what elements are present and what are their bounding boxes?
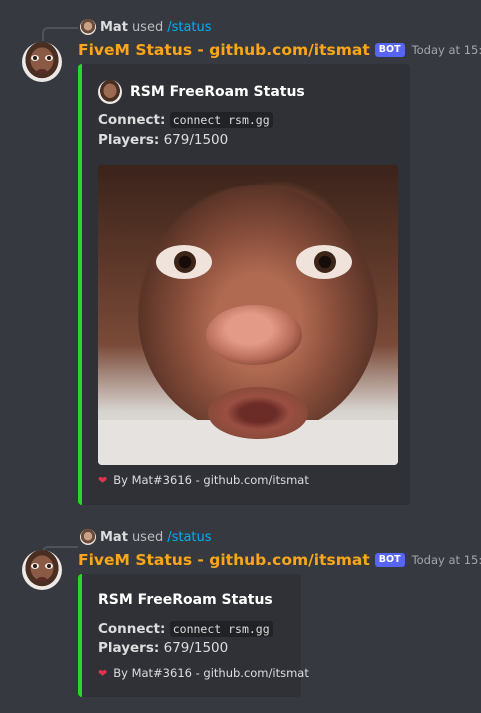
timestamp[interactable]: Today at 15:13: [412, 553, 481, 567]
reply-spine: [42, 27, 78, 41]
reply-context[interactable]: Mat used /status: [80, 18, 212, 36]
avatar[interactable]: [22, 42, 62, 82]
players-value: 679/1500: [163, 640, 229, 656]
bot-tag: BOT: [374, 43, 405, 57]
embed-author: RSM FreeRoam Status: [98, 80, 305, 104]
heart-icon: ❤: [98, 666, 108, 680]
connect-value: connect rsm.gg: [169, 112, 273, 128]
avatar[interactable]: [22, 550, 62, 590]
reply-context[interactable]: Mat used /status: [80, 528, 212, 546]
embed-footer: ❤ By Mat#3616 - github.com/itsmat: [98, 473, 309, 487]
players-field: Players: 679/1500: [98, 132, 228, 148]
bot-username[interactable]: FiveM Status - github.com/itsmat: [78, 551, 370, 569]
connect-field: Connect: connect rsm.gg: [98, 112, 273, 128]
reply-avatar[interactable]: [80, 529, 96, 545]
connect-field: Connect: connect rsm.gg: [98, 621, 273, 637]
message-header: FiveM Status - github.com/itsmat BOT Tod…: [78, 550, 481, 570]
connect-value: connect rsm.gg: [169, 621, 273, 637]
connect-label: Connect:: [98, 112, 166, 128]
embed-author-name: RSM FreeRoam Status: [130, 84, 305, 100]
embed-footer: ❤ By Mat#3616 - github.com/itsmat: [98, 666, 309, 680]
embed-image[interactable]: [98, 165, 398, 465]
reply-command[interactable]: /status: [167, 20, 211, 35]
message-header: FiveM Status - github.com/itsmat BOT Tod…: [78, 40, 481, 60]
embed: RSM FreeRoam Status Connect: connect rsm…: [78, 574, 309, 697]
reply-avatar[interactable]: [80, 19, 96, 35]
timestamp[interactable]: Today at 15:13: [412, 43, 481, 57]
reply-username[interactable]: Mat: [100, 20, 128, 35]
players-label: Players:: [98, 640, 160, 656]
embed-title: RSM FreeRoam Status: [98, 592, 273, 608]
reply-used-text: used: [131, 529, 164, 545]
heart-icon: ❤: [98, 473, 108, 487]
embed: RSM FreeRoam Status Connect: connect rsm…: [78, 64, 410, 505]
players-field: Players: 679/1500: [98, 640, 228, 656]
reply-username[interactable]: Mat: [100, 530, 128, 545]
players-value: 679/1500: [163, 132, 229, 148]
connect-label: Connect:: [98, 621, 166, 637]
bot-username[interactable]: FiveM Status - github.com/itsmat: [78, 41, 370, 59]
embed-footer-text: By Mat#3616 - github.com/itsmat: [113, 666, 309, 680]
embed-footer-text: By Mat#3616 - github.com/itsmat: [113, 473, 309, 487]
bot-tag: BOT: [374, 553, 405, 567]
reply-command[interactable]: /status: [167, 530, 211, 545]
reply-used-text: used: [131, 19, 164, 35]
embed-author-icon: [98, 80, 122, 104]
players-label: Players:: [98, 132, 160, 148]
